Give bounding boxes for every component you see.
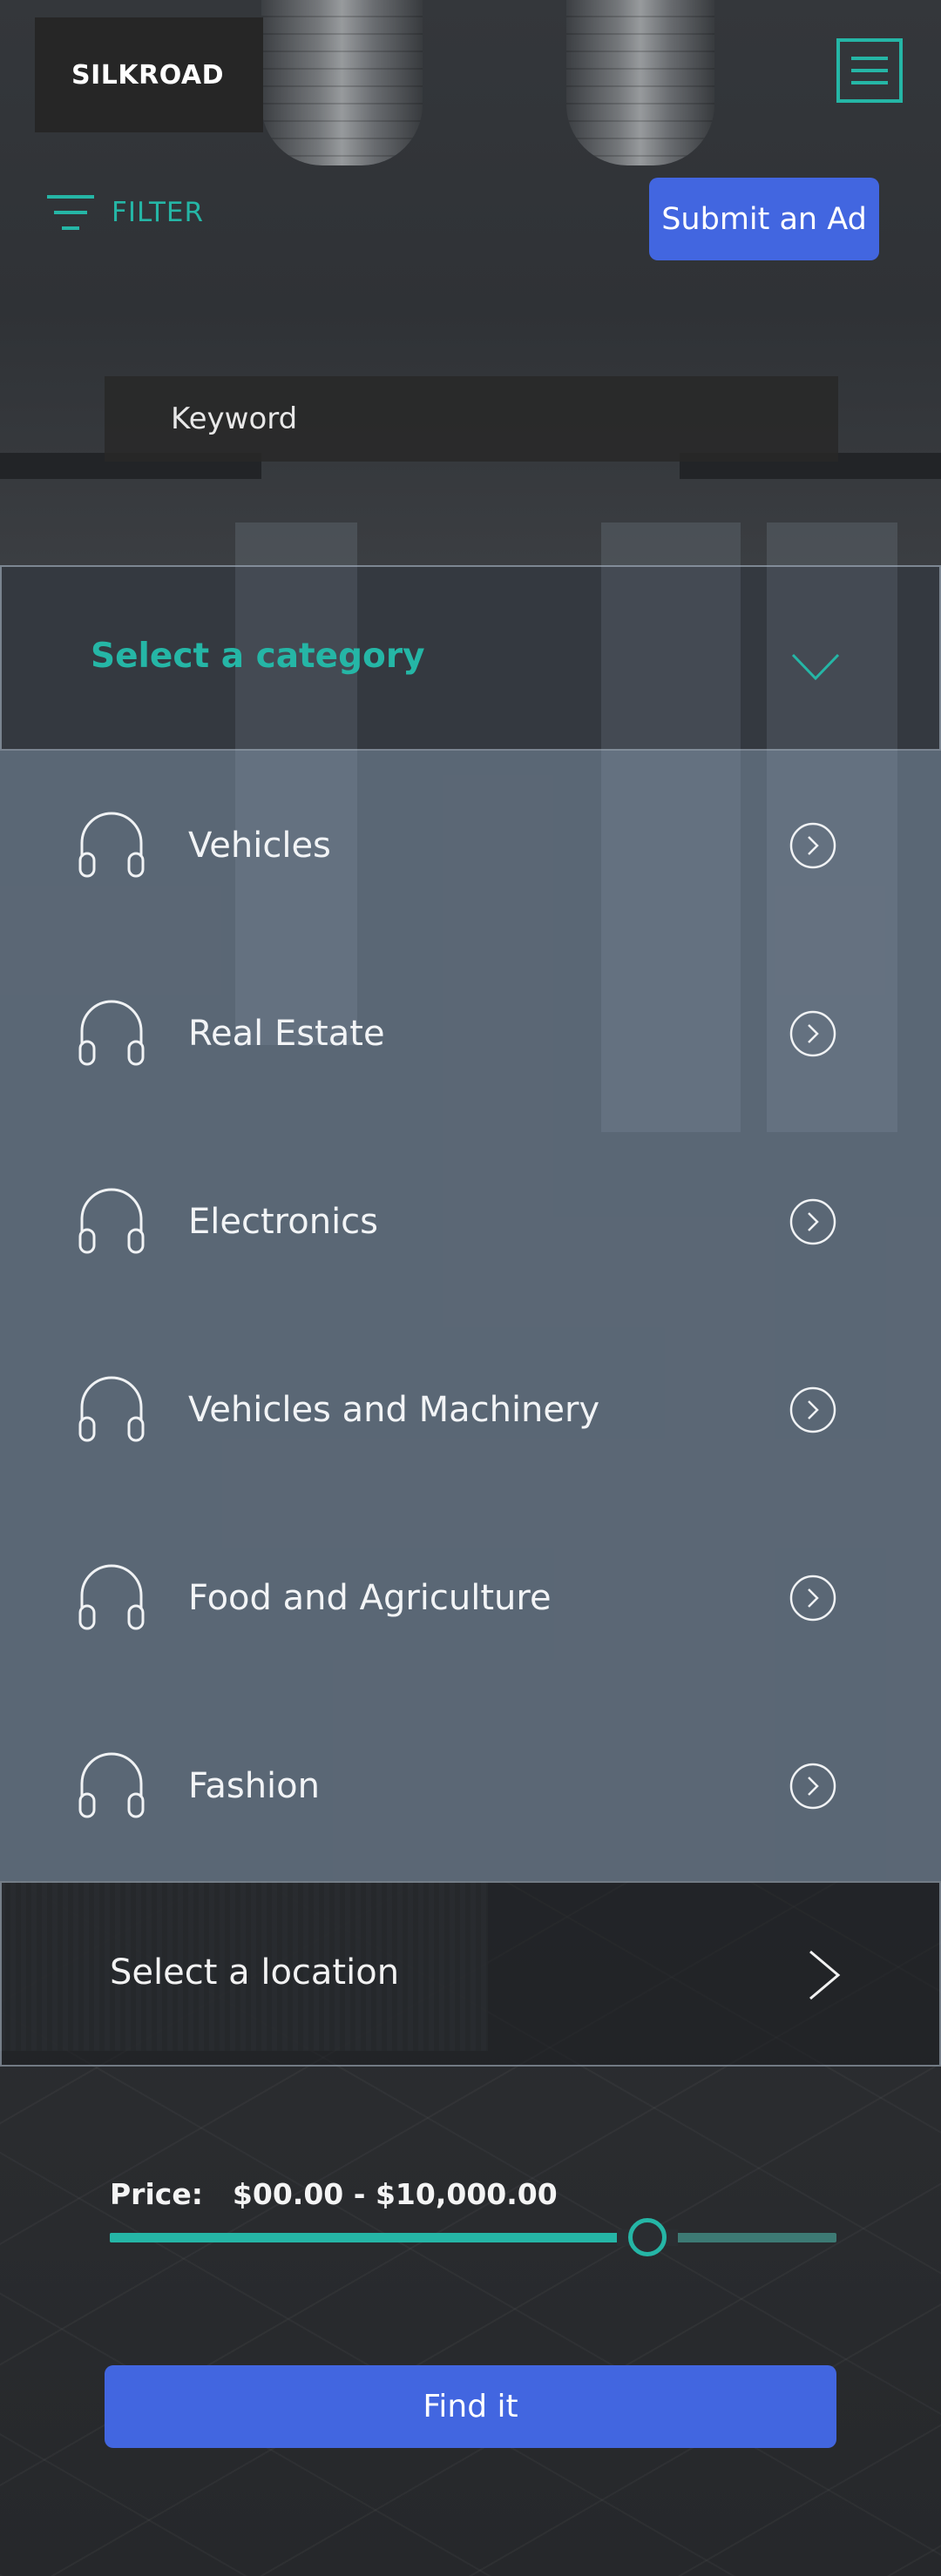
category-select-label: Select a category xyxy=(91,637,425,676)
price-slider[interactable] xyxy=(110,2217,836,2257)
find-it-button[interactable]: Find it xyxy=(105,2365,836,2448)
headphones-icon xyxy=(78,812,145,878)
slider-thumb[interactable] xyxy=(628,2218,667,2256)
category-select[interactable]: Select a category xyxy=(0,565,941,751)
category-item-fashion[interactable]: Fashion xyxy=(0,1691,941,1879)
category-item-vehicles[interactable]: Vehicles xyxy=(0,751,941,939)
headphones-icon xyxy=(78,1376,145,1442)
logo[interactable]: SILKROAD xyxy=(35,17,263,132)
category-item-label: Vehicles and Machinery xyxy=(188,1390,600,1430)
price-range-text: $00.00 - $10,000.00 xyxy=(232,2177,558,2211)
category-item-vehicles-and-machinery[interactable]: Vehicles and Machinery xyxy=(0,1315,941,1503)
price-readout: Price: $00.00 - $10,000.00 xyxy=(110,2177,558,2211)
location-select-label: Select a location xyxy=(110,1952,400,1993)
category-item-real-estate[interactable]: Real Estate xyxy=(0,939,941,1127)
headphones-icon xyxy=(78,1564,145,1630)
submit-ad-button[interactable]: Submit an Ad xyxy=(649,178,879,260)
headphones-icon xyxy=(78,1188,145,1254)
chevron-down-icon xyxy=(791,653,840,681)
hamburger-menu-icon[interactable] xyxy=(836,38,903,103)
menu-line xyxy=(851,69,888,72)
category-item-label: Real Estate xyxy=(188,1014,385,1054)
category-item-food-and-agriculture[interactable]: Food and Agriculture xyxy=(0,1503,941,1691)
menu-line xyxy=(851,81,888,84)
slider-track-fill xyxy=(110,2233,626,2242)
category-item-electronics[interactable]: Electronics xyxy=(0,1127,941,1315)
category-list: Vehicles Real Estate Electronics Vehicle… xyxy=(0,751,941,1881)
chevron-right-circle-icon xyxy=(789,1198,836,1245)
category-item-label: Food and Agriculture xyxy=(188,1578,552,1618)
logo-text: SILKROAD xyxy=(71,59,225,91)
keyword-input[interactable] xyxy=(105,376,838,462)
filter-label: FILTER xyxy=(112,197,205,228)
filter-button[interactable]: FILTER xyxy=(47,195,204,230)
chevron-right-circle-icon xyxy=(789,1763,836,1810)
filter-icon xyxy=(47,195,94,230)
ceiling-duct xyxy=(566,0,714,165)
ceiling-duct xyxy=(261,0,423,165)
category-item-label: Electronics xyxy=(188,1202,379,1242)
headphones-icon xyxy=(78,1000,145,1066)
category-item-label: Vehicles xyxy=(188,826,331,866)
menu-line xyxy=(851,57,888,60)
chevron-right-circle-icon xyxy=(789,1386,836,1433)
chevron-right-circle-icon xyxy=(789,1010,836,1057)
location-select[interactable]: Select a location xyxy=(0,1881,941,2067)
chevron-right-circle-icon xyxy=(789,1575,836,1622)
price-label: Price: xyxy=(110,2177,203,2211)
chevron-right-icon xyxy=(809,1950,841,2000)
headphones-icon xyxy=(78,1752,145,1818)
chevron-right-circle-icon xyxy=(789,822,836,869)
category-item-label: Fashion xyxy=(188,1766,320,1806)
